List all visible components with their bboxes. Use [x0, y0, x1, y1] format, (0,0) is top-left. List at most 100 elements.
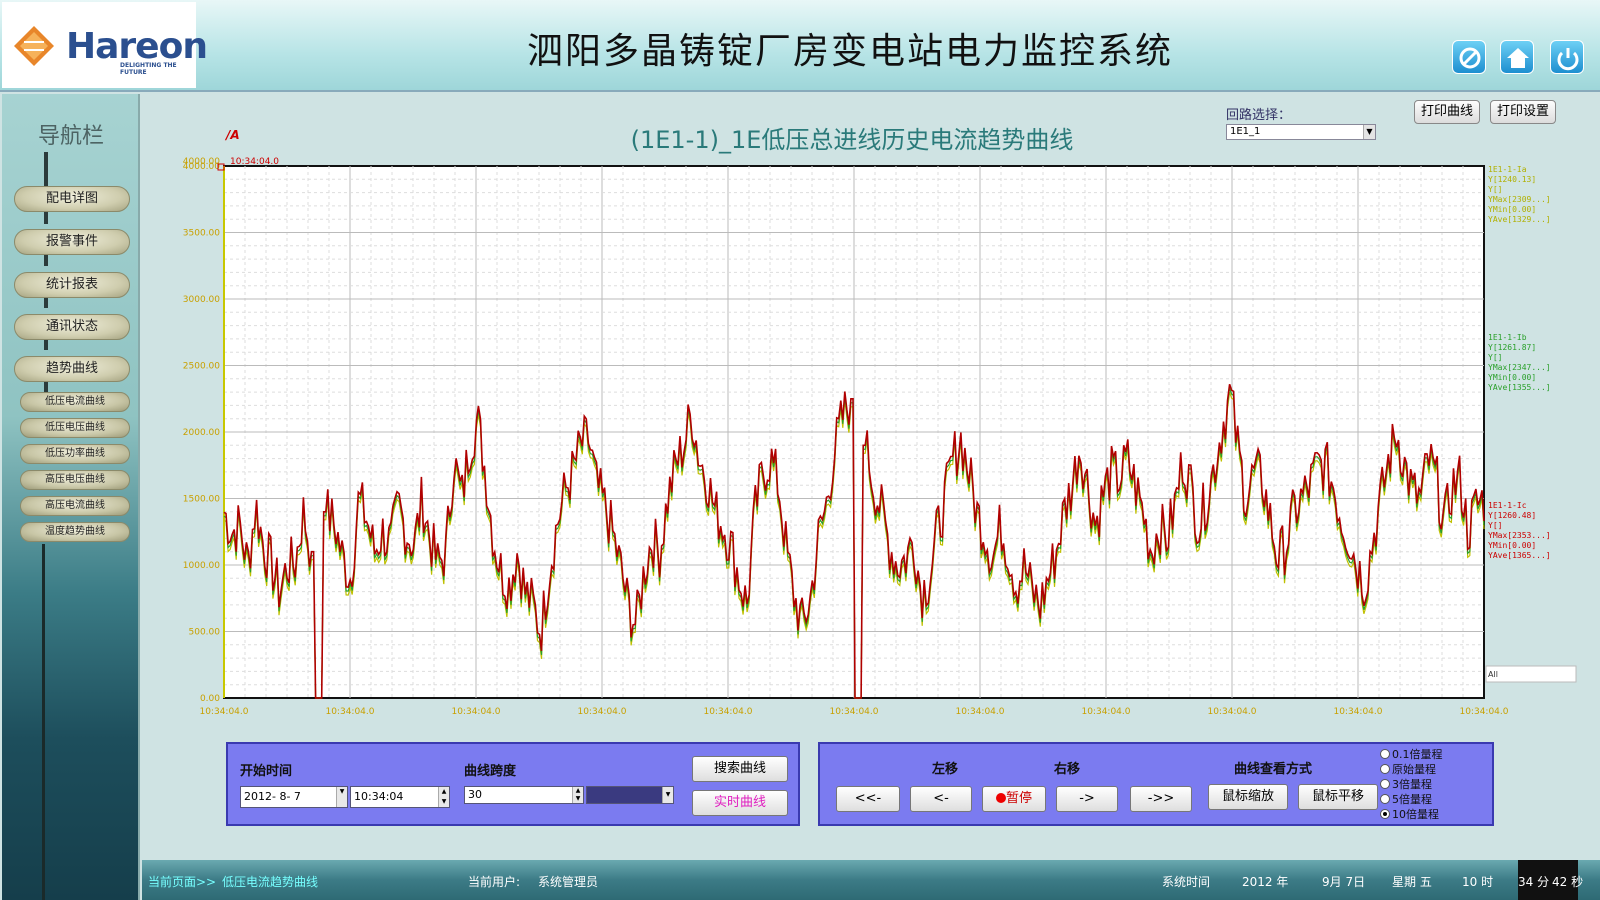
time-input[interactable]: 10:34:04 ▲ ▼	[350, 786, 450, 808]
span-value: 30	[468, 788, 482, 801]
mouse-zoom-button[interactable]: 鼠标缩放	[1208, 784, 1288, 810]
y-tick-label: 0.00	[200, 694, 220, 704]
range-radio-0[interactable]: 0.1倍量程	[1380, 746, 1443, 762]
power-icon[interactable]	[1550, 40, 1584, 74]
sidebar-sub-hv-voltage[interactable]: 高压电压曲线	[20, 470, 130, 490]
sidebar-sub-temperature[interactable]: 温度趋势曲线	[20, 522, 130, 542]
logo-diamond-icon	[14, 26, 54, 66]
x-tick-label: 10:34:04.0	[325, 707, 374, 717]
x-tick-label: 10:34:04.0	[1459, 707, 1508, 717]
current-page-label: 当前页面>>	[148, 875, 217, 889]
time-value: 10:34:04	[354, 790, 404, 803]
time-hour: 10 时	[1462, 875, 1494, 889]
y-tick-label: 2500.00	[183, 362, 220, 372]
loop-select-value: 1E1_1	[1230, 126, 1261, 137]
sidebar-sub-hv-current[interactable]: 高压电流曲线	[20, 496, 130, 516]
radio-label: 3倍量程	[1392, 778, 1432, 791]
date-input[interactable]: 2012- 8- 7 ▼	[240, 786, 348, 808]
main-area: /A (1E1-1)_1E低压总进线历史电流趋势曲线 回路选择： 1E1_1 ▼…	[142, 94, 1600, 860]
trend-chart[interactable]: 0.00 500.00 1000.00 1500.00 2000.00 2500.00 30…	[142, 154, 1600, 774]
mouse-pan-button[interactable]: 鼠标平移	[1298, 784, 1378, 810]
span-unit-select[interactable]: ▼	[586, 786, 674, 804]
right-button[interactable]: ->	[1056, 786, 1118, 812]
cancel-icon[interactable]	[1452, 40, 1486, 74]
loop-select[interactable]: 1E1_1 ▼	[1226, 124, 1376, 140]
x-tick-label: 10:34:04.0	[1333, 707, 1382, 717]
cursor-time: 10:34:04.0	[230, 157, 279, 167]
legend-line: 1E1-1-Ic	[1488, 501, 1527, 510]
sidebar-item-trends[interactable]: 趋势曲线	[14, 356, 130, 382]
print-curve-button[interactable]: 打印曲线	[1414, 100, 1480, 124]
print-settings-button[interactable]: 打印设置	[1490, 100, 1556, 124]
legend-line: YMin[0.00]	[1488, 541, 1536, 550]
nav-pole	[44, 254, 48, 266]
time-panel: 开始时间 2012- 8- 7 ▼ 10:34:04 ▲ ▼ 曲线跨度 30 ▲ ▼…	[226, 742, 800, 826]
date-dropdown-icon[interactable]: ▼	[336, 787, 347, 807]
header: Hareon DELIGHTING THE FUTURE 泗阳多晶铸锭厂房变电站…	[0, 0, 1600, 92]
loop-label: 回路选择：	[1226, 108, 1292, 123]
chevron-down-icon[interactable]: ▼	[1363, 125, 1375, 139]
x-tick-label: 10:34:04.0	[1207, 707, 1256, 717]
legend-line: Y[1261.87]	[1488, 343, 1536, 352]
sidebar-item-comm[interactable]: 通讯状态	[14, 314, 130, 340]
radio-icon[interactable]	[1380, 779, 1390, 789]
legend-line: 1E1-1-Ia	[1488, 165, 1527, 174]
date-value: 2012- 8- 7	[244, 790, 301, 803]
sidebar: 导航栏 配电详图 报警事件 统计报表 通讯状态 趋势曲线 低压电流曲线 低压电压…	[2, 94, 140, 900]
range-radio-4[interactable]: 10倍量程	[1380, 806, 1439, 822]
chart-title: (1E1-1)_1E低压总进线历史电流趋势曲线	[630, 126, 1074, 154]
sidebar-item-reports[interactable]: 统计报表	[14, 272, 130, 298]
search-curve-button[interactable]: 搜索曲线	[692, 756, 788, 782]
home-icon[interactable]	[1500, 40, 1534, 74]
radio-label: 0.1倍量程	[1392, 748, 1443, 761]
x-tick-label: 10:34:04.0	[955, 707, 1004, 717]
time-weekday: 星期 五	[1392, 875, 1432, 889]
legend-line: Y[]	[1488, 353, 1502, 362]
chevron-down-icon[interactable]: ▼	[662, 787, 673, 803]
pause-button[interactable]: 暂停	[982, 786, 1046, 812]
sidebar-item-alarms[interactable]: 报警事件	[14, 229, 130, 255]
legend-line: YMin[0.00]	[1488, 205, 1536, 214]
legend-line: YMax[2347...]	[1488, 363, 1551, 372]
radio-icon[interactable]	[1380, 809, 1390, 819]
nav-pole	[44, 212, 48, 224]
mast	[42, 544, 45, 900]
legend-line: Y[]	[1488, 521, 1502, 530]
legend-line: YMax[2353...]	[1488, 531, 1551, 540]
left-button[interactable]: <-	[910, 786, 972, 812]
pause-label: 暂停	[1005, 791, 1032, 806]
sidebar-sub-lv-power[interactable]: 低压功率曲线	[20, 444, 130, 464]
legend-line: 1E1-1-Ib	[1488, 333, 1527, 342]
far-left-button[interactable]: <<-	[836, 786, 900, 812]
nav-title: 导航栏	[37, 124, 104, 149]
realtime-curve-button[interactable]: 实时曲线	[692, 790, 788, 816]
y-tick-label: 1500.00	[183, 495, 220, 505]
legend-line: YMax[2309...]	[1488, 195, 1551, 204]
sidebar-sub-lv-current[interactable]: 低压电流曲线	[20, 392, 130, 412]
sidebar-item-distribution[interactable]: 配电详图	[14, 186, 130, 212]
y-top-label: 4000.00	[183, 157, 220, 167]
view-mode-label: 曲线查看方式	[1234, 762, 1313, 777]
range-radio-2[interactable]: 3倍量程	[1380, 776, 1432, 792]
y-tick-label: 3000.00	[183, 295, 220, 305]
time-spinner-icon[interactable]: ▲ ▼	[438, 787, 449, 807]
radio-label: 10倍量程	[1392, 808, 1439, 821]
y-tick-label: 3500.00	[183, 229, 220, 239]
range-radio-1[interactable]: 原始量程	[1380, 761, 1436, 777]
far-right-button[interactable]: ->>	[1130, 786, 1192, 812]
radio-icon[interactable]	[1380, 794, 1390, 804]
x-tick-label: 10:34:04.0	[577, 707, 626, 717]
y-tick-label: 500.00	[189, 628, 221, 638]
radio-icon[interactable]	[1380, 749, 1390, 759]
logo-text: Hareon	[66, 26, 208, 67]
current-page-value: 低压电流趋势曲线	[222, 875, 319, 889]
sidebar-sub-lv-voltage[interactable]: 低压电压曲线	[20, 418, 130, 438]
nav-pole	[44, 152, 48, 188]
time-minute: 34 分	[1518, 875, 1550, 889]
span-input[interactable]: 30 ▲ ▼	[464, 786, 584, 804]
time-second: 42 秒	[1552, 875, 1584, 889]
x-tick-label: 10:34:04.0	[451, 707, 500, 717]
radio-icon[interactable]	[1380, 764, 1390, 774]
span-spinner-icon[interactable]: ▲ ▼	[572, 787, 583, 803]
range-radio-3[interactable]: 5倍量程	[1380, 791, 1432, 807]
